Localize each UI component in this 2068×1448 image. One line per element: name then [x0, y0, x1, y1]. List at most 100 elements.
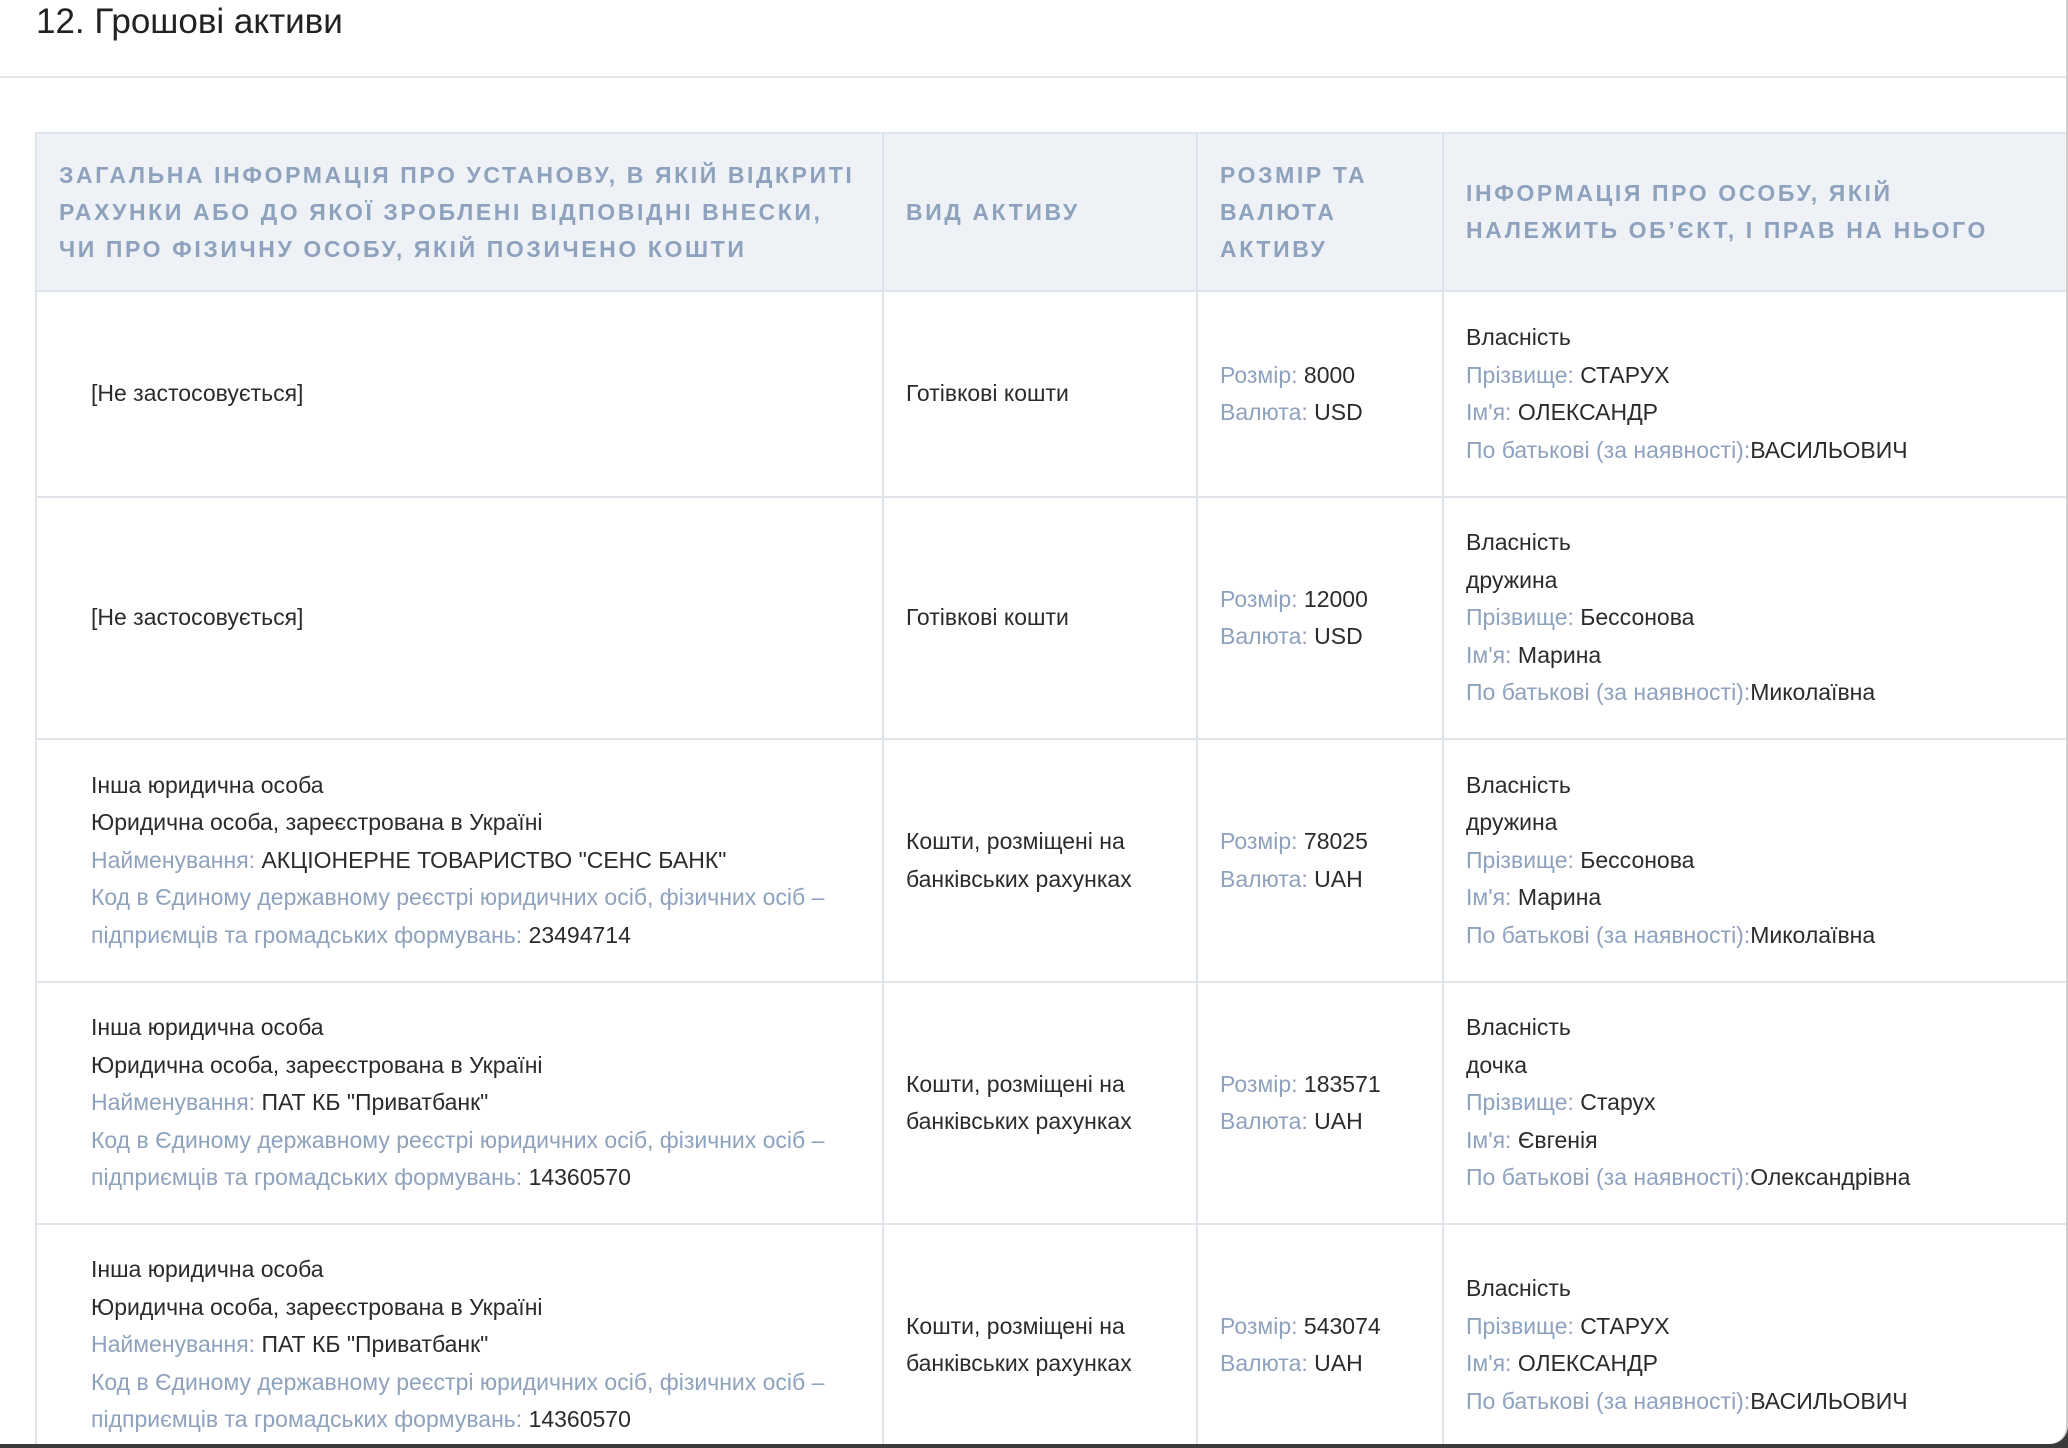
entity-name-line: Найменування: ПАТ КБ "Приватбанк"	[91, 1084, 860, 1122]
name-label: Ім'я:	[1466, 1350, 1512, 1376]
monetary-assets-table: Загальна інформація про установу, в якій…	[35, 132, 2066, 1444]
surname-label: Прізвище:	[1466, 1312, 1574, 1339]
header-asset-type: Вид активу	[882, 132, 1198, 292]
owner-cell: Власність дружина Прізвище: Бессонова Ім…	[1442, 496, 2066, 740]
patronymic-line: По батькові (за наявності):Олександрівна	[1466, 1159, 2053, 1197]
table-header-row: Загальна інформація про установу, в якій…	[35, 132, 2066, 292]
surname-line: Прізвище: Старух	[1466, 1084, 2053, 1122]
currency-value: USD	[1314, 399, 1363, 425]
owner-cell: Власність дружина Прізвище: Бессонова Ім…	[1442, 738, 2066, 983]
name-line: Ім'я: Марина	[1466, 879, 2053, 917]
institution-cell: [Не застосовується]	[35, 290, 884, 498]
surname-value: Бессонова	[1580, 846, 1695, 873]
relation-text: дружина	[1466, 566, 1558, 593]
amount-line: Розмір: 78025	[1220, 823, 1420, 861]
entity-name-label: Найменування:	[91, 1331, 256, 1358]
amount-currency-cell: Розмір: 8000 Валюта: USD	[1196, 290, 1444, 498]
table-row: [Не застосовується] Готівкові кошти Розм…	[35, 496, 2066, 740]
currency-label: Валюта:	[1220, 623, 1308, 649]
name-value: Євгенія	[1517, 1126, 1598, 1153]
patronymic-value: ВАСИЛЬОВИЧ	[1750, 1387, 1908, 1414]
name-label: Ім'я:	[1466, 884, 1512, 911]
entity-registration: Юридична особа, зареєстрована в Україні	[91, 809, 543, 836]
name-value: ОЛЕКСАНДР	[1517, 1350, 1659, 1376]
amount-line: Розмір: 183571	[1220, 1066, 1420, 1104]
patronymic-label: По батькові (за наявності):	[1466, 679, 1751, 706]
institution-cell: Інша юридична особа Юридична особа, заре…	[35, 981, 884, 1225]
patronymic-value: Миколаївна	[1750, 679, 1876, 706]
surname-label: Прізвище:	[1466, 604, 1574, 631]
ownership-right: Власність	[1466, 771, 1571, 798]
amount-currency-cell: Розмір: 543074 Валюта: UAH	[1196, 1223, 1444, 1444]
entity-type: Інша юридична особа	[91, 1256, 324, 1283]
currency-value: UAH	[1314, 865, 1363, 892]
edrpou-label: Код в Єдиному державному реєстрі юридичн…	[91, 1126, 825, 1191]
not-applicable-text: [Не застосовується]	[91, 380, 304, 407]
edrpou-line: Код в Єдиному державному реєстрі юридичн…	[91, 879, 860, 954]
patronymic-value: Миколаївна	[1750, 921, 1876, 948]
amount-currency-cell: Розмір: 12000 Валюта: USD	[1196, 496, 1444, 740]
surname-value: Бессонова	[1580, 604, 1695, 631]
institution-cell: Інша юридична особа Юридична особа, заре…	[35, 1223, 884, 1444]
patronymic-label: По батькові (за наявності):	[1466, 436, 1751, 463]
amount-label: Розмір:	[1220, 361, 1298, 388]
currency-label: Валюта:	[1220, 1350, 1308, 1376]
patronymic-label: По батькові (за наявності):	[1466, 1387, 1751, 1414]
patronymic-line: По батькові (за наявності):ВАСИЛЬОВИЧ	[1466, 1383, 2053, 1421]
amount-value: 12000	[1303, 585, 1368, 612]
asset-type-text: Кошти, розміщені на банківських рахунках	[906, 828, 1132, 892]
surname-line: Прізвище: Бессонова	[1466, 842, 2053, 880]
header-institution: Загальна інформація про установу, в якій…	[35, 132, 884, 292]
name-line: Ім'я: ОЛЕКСАНДР	[1466, 1345, 2053, 1383]
asset-type-text: Готівкові кошти	[906, 604, 1069, 631]
patronymic-value: Олександрівна	[1750, 1164, 1911, 1191]
amount-label: Розмір:	[1220, 1312, 1298, 1339]
name-label: Ім'я:	[1466, 399, 1512, 425]
asset-type-cell: Кошти, розміщені на банківських рахунках	[882, 1223, 1198, 1444]
asset-type-text: Кошти, розміщені на банківських рахунках	[906, 1312, 1132, 1377]
asset-type-cell: Готівкові кошти	[882, 290, 1198, 498]
entity-registration: Юридична особа, зареєстрована в Україні	[91, 1051, 543, 1078]
table-row: [Не застосовується] Готівкові кошти Розм…	[35, 290, 2066, 498]
currency-line: Валюта: UAH	[1220, 1103, 1420, 1141]
currency-line: Валюта: USD	[1220, 394, 1420, 432]
name-value: Марина	[1517, 641, 1602, 668]
ownership-right: Власність	[1466, 324, 1571, 350]
edrpou-line: Код в Єдиному державному реєстрі юридичн…	[91, 1364, 860, 1439]
entity-type: Інша юридична особа	[91, 1014, 324, 1041]
header-amount-currency: Розмір та валюта активу	[1196, 132, 1444, 292]
edrpou-label: Код в Єдиному державному реєстрі юридичн…	[91, 884, 825, 948]
table-row: Інша юридична особа Юридична особа, заре…	[35, 738, 2066, 983]
name-value: Марина	[1517, 884, 1602, 911]
surname-value: СТАРУХ	[1580, 361, 1670, 388]
amount-value: 543074	[1303, 1312, 1381, 1339]
amount-label: Розмір:	[1220, 585, 1298, 612]
edrpou-value: 23494714	[528, 921, 631, 948]
surname-line: Прізвище: СТАРУХ	[1466, 357, 2053, 395]
patronymic-label: По батькові (за наявності):	[1466, 1164, 1751, 1191]
edrpou-line: Код в Єдиному державному реєстрі юридичн…	[91, 1122, 860, 1197]
entity-registration: Юридична особа, зареєстрована в Україні	[91, 1293, 543, 1320]
name-label: Ім'я:	[1466, 641, 1512, 668]
amount-value: 183571	[1303, 1070, 1381, 1097]
name-line: Ім'я: Марина	[1466, 637, 2053, 675]
patronymic-line: По батькові (за наявності):ВАСИЛЬОВИЧ	[1466, 432, 2053, 470]
asset-type-text: Кошти, розміщені на банківських рахунках	[906, 1070, 1132, 1135]
patronymic-line: По батькові (за наявності):Миколаївна	[1466, 674, 2053, 712]
surname-line: Прізвище: СТАРУХ	[1466, 1308, 2053, 1346]
currency-line: Валюта: UAH	[1220, 861, 1420, 899]
currency-label: Валюта:	[1220, 865, 1308, 892]
surname-label: Прізвище:	[1466, 846, 1574, 873]
amount-line: Розмір: 8000	[1220, 357, 1420, 395]
surname-line: Прізвище: Бессонова	[1466, 599, 2053, 637]
owner-cell: Власність Прізвище: СТАРУХ Ім'я: ОЛЕКСАН…	[1442, 1223, 2066, 1444]
header-owner: Інформація про особу, якій належить об’є…	[1442, 132, 2066, 292]
institution-cell: Інша юридична особа Юридична особа, заре…	[35, 738, 884, 983]
owner-cell: Власність Прізвище: СТАРУХ Ім'я: ОЛЕКСАН…	[1442, 290, 2066, 498]
name-value: ОЛЕКСАНДР	[1517, 399, 1659, 425]
ownership-right: Власність	[1466, 1014, 1571, 1041]
edrpou-value: 14360570	[528, 1406, 631, 1433]
owner-cell: Власність дочка Прізвище: Старух Ім'я: Є…	[1442, 981, 2066, 1225]
name-line: Ім'я: ОЛЕКСАНДР	[1466, 394, 2053, 432]
entity-name-line: Найменування: АКЦІОНЕРНЕ ТОВАРИСТВО "СЕН…	[91, 842, 860, 880]
